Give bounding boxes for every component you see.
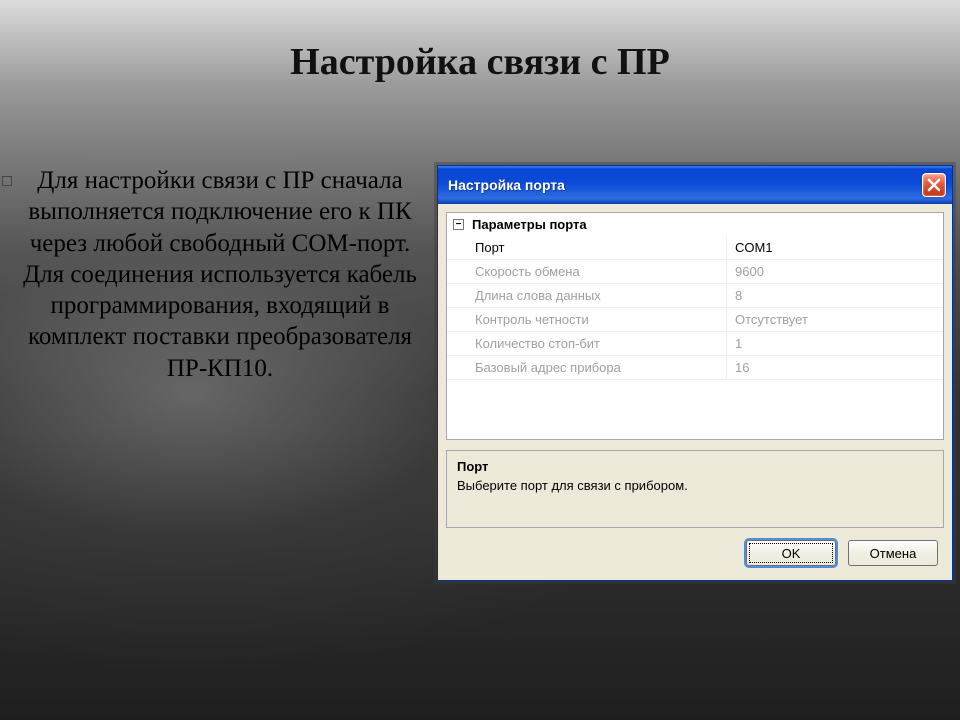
property-group-header[interactable]: − Параметры порта: [447, 213, 943, 236]
cancel-button[interactable]: Отмена: [848, 540, 938, 566]
dialog-button-row: OK Отмена: [446, 528, 944, 572]
property-name: Длина слова данных: [447, 284, 727, 308]
property-row-parity: Контроль четности Отсутствует: [447, 308, 943, 332]
slide-title: Настройка связи с ПР: [0, 40, 960, 84]
property-value: 16: [727, 356, 943, 380]
hint-title: Порт: [457, 459, 933, 474]
property-value: Отсутствует: [727, 308, 943, 332]
property-name: Порт: [447, 236, 727, 260]
close-icon: [927, 178, 941, 192]
property-value: 1: [727, 332, 943, 356]
close-button[interactable]: [922, 173, 946, 197]
property-name: Контроль четности: [447, 308, 727, 332]
property-name: Базовый адрес прибора: [447, 356, 727, 380]
property-row-stopbits: Количество стоп-бит 1: [447, 332, 943, 356]
slide-body-text: Для настройки связи с ПР сначала выполня…: [10, 165, 430, 384]
hint-text: Выберите порт для связи с прибором.: [457, 478, 933, 493]
property-value: 9600: [727, 260, 943, 284]
property-name: Количество стоп-бит: [447, 332, 727, 356]
property-row-port[interactable]: Порт COM1: [447, 236, 943, 260]
titlebar[interactable]: Настройка порта: [438, 166, 952, 204]
property-grid: − Параметры порта Порт COM1 Скорость обм…: [446, 212, 944, 440]
property-name: Скорость обмена: [447, 260, 727, 284]
dialog-title: Настройка порта: [448, 177, 565, 193]
collapse-toggle-icon[interactable]: −: [453, 219, 464, 230]
port-settings-dialog: Настройка порта − Параметры порта Порт C…: [437, 165, 953, 581]
property-row-baseaddr: Базовый адрес прибора 16: [447, 356, 943, 380]
dialog-client-area: − Параметры порта Порт COM1 Скорость обм…: [438, 204, 952, 580]
ok-button[interactable]: OK: [746, 540, 836, 566]
property-group-label: Параметры порта: [472, 217, 587, 232]
hint-panel: Порт Выберите порт для связи с прибором.: [446, 450, 944, 528]
property-value[interactable]: COM1: [727, 236, 943, 260]
property-row-baud: Скорость обмена 9600: [447, 260, 943, 284]
property-row-wordlen: Длина слова данных 8: [447, 284, 943, 308]
property-value: 8: [727, 284, 943, 308]
